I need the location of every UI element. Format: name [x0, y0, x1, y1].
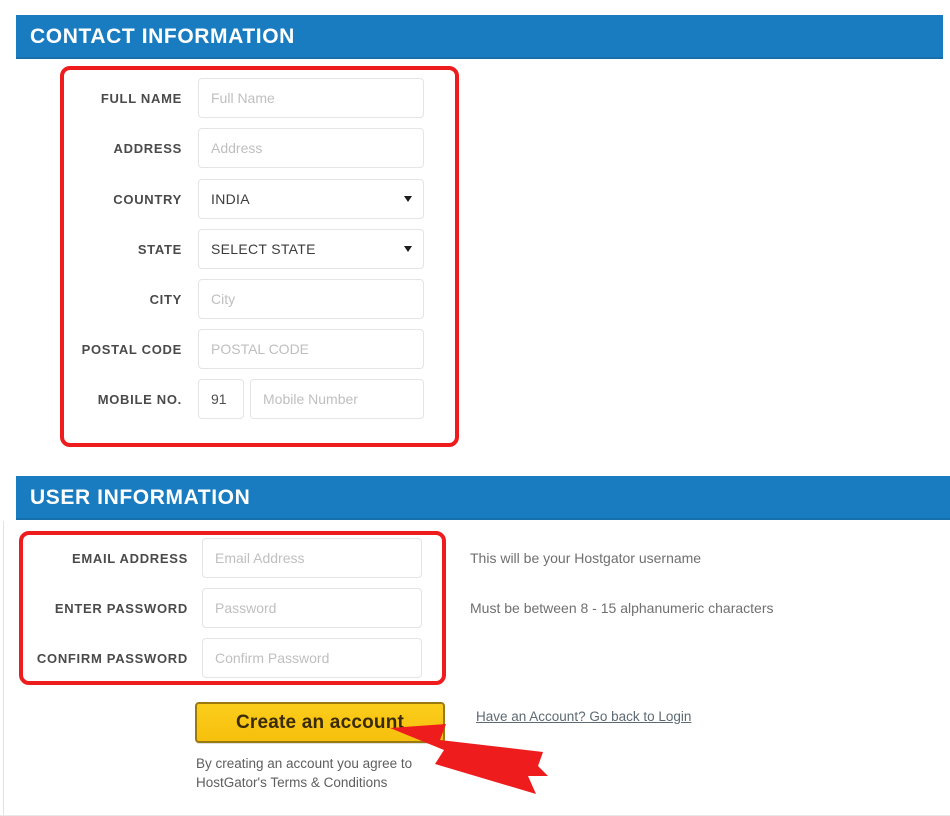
label-confirm-password: CONFIRM PASSWORD — [36, 650, 188, 666]
label-postal-code: POSTAL CODE — [81, 341, 182, 357]
contact-section-title: CONTACT INFORMATION — [30, 25, 295, 48]
full-name-input[interactable] — [198, 78, 424, 118]
field-row-state: STATE SELECT STATE — [60, 229, 440, 269]
label-address: ADDRESS — [113, 140, 182, 156]
chevron-down-icon — [404, 246, 412, 252]
label-full-name: FULL NAME — [100, 90, 182, 106]
label-enter-password: ENTER PASSWORD — [54, 600, 188, 616]
country-selected-value: INDIA — [211, 191, 250, 207]
user-section-title: USER INFORMATION — [30, 486, 251, 509]
terms-line-2: HostGator's Terms & Conditions — [196, 775, 388, 790]
password-helper-note: Must be between 8 - 15 alphanumeric char… — [470, 600, 774, 616]
contact-information-header: CONTACT INFORMATION — [16, 15, 943, 59]
label-city: CITY — [149, 291, 182, 307]
field-row-enter-password: ENTER PASSWORD — [20, 588, 440, 628]
city-input[interactable] — [198, 279, 424, 319]
password-input[interactable] — [202, 588, 422, 628]
field-row-city: CITY — [60, 279, 440, 319]
state-selected-value: SELECT STATE — [211, 241, 316, 257]
user-information-header: USER INFORMATION — [16, 476, 950, 520]
field-row-email-address: EMAIL ADDRESS — [20, 538, 440, 578]
go-back-to-login-link[interactable]: Have an Account? Go back to Login — [476, 709, 691, 724]
terms-line-1: By creating an account you agree to — [196, 756, 413, 771]
terms-and-conditions-text: By creating an account you agree to Host… — [196, 754, 446, 792]
label-country: COUNTRY — [113, 191, 182, 207]
country-select[interactable]: INDIA — [198, 179, 424, 219]
field-row-address: ADDRESS — [60, 128, 440, 168]
confirm-password-input[interactable] — [202, 638, 422, 678]
email-address-input[interactable] — [202, 538, 422, 578]
postal-code-input[interactable] — [198, 329, 424, 369]
page-left-rule — [3, 521, 4, 816]
address-input[interactable] — [198, 128, 424, 168]
field-row-confirm-password: CONFIRM PASSWORD — [20, 638, 440, 678]
label-state: STATE — [137, 241, 182, 257]
chevron-down-icon — [404, 196, 412, 202]
mobile-country-code-input[interactable] — [198, 379, 244, 419]
username-helper-note: This will be your Hostgator username — [470, 550, 702, 566]
label-mobile-no: MOBILE NO. — [97, 391, 182, 407]
state-select[interactable]: SELECT STATE — [198, 229, 424, 269]
field-row-postal-code: POSTAL CODE — [60, 329, 440, 369]
mobile-number-input[interactable] — [250, 379, 424, 419]
field-row-country: COUNTRY INDIA — [60, 179, 440, 219]
create-account-button[interactable]: Create an account — [195, 702, 445, 743]
field-row-mobile-number: MOBILE NO. — [60, 379, 440, 419]
label-email-address: EMAIL ADDRESS — [71, 550, 188, 566]
field-row-full-name: FULL NAME — [60, 78, 440, 118]
